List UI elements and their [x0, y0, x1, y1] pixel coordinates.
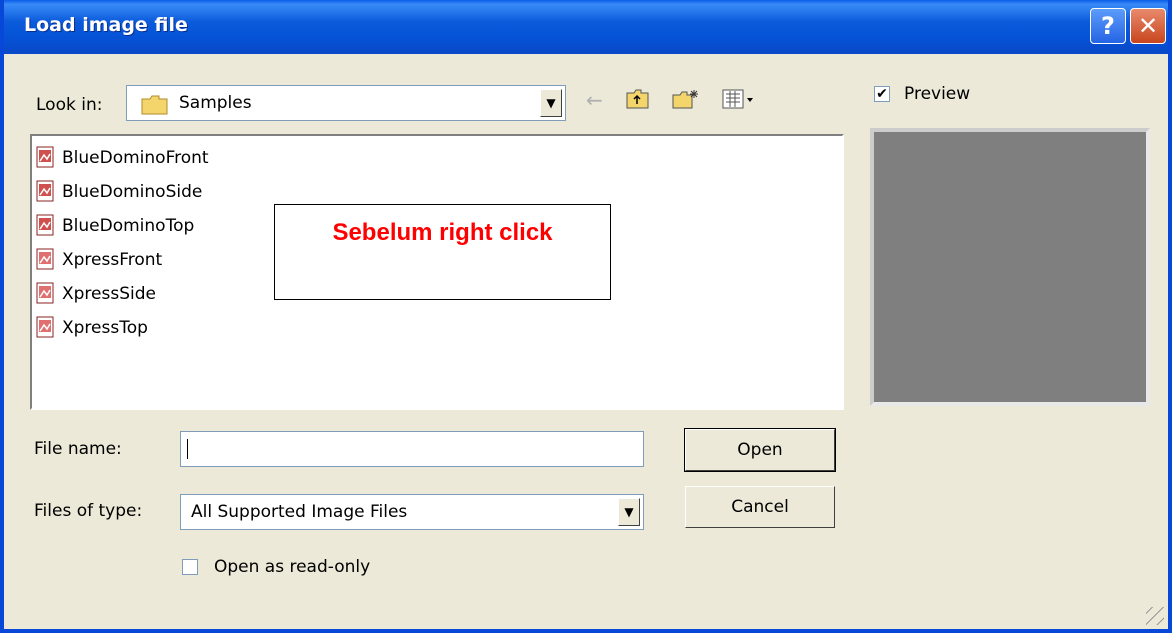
files-of-type-label: Files of type: [34, 501, 143, 521]
annotation-box: Sebelum right click [274, 204, 611, 300]
annotation-text: Sebelum right click [332, 219, 553, 246]
file-name: XpressTop [62, 318, 148, 338]
files-of-type-combo[interactable]: All Supported Image Files ▼ [180, 494, 644, 530]
list-item[interactable]: XpressTop [36, 314, 148, 342]
chevron-down-icon: ▼ [624, 505, 634, 519]
file-name: XpressSide [62, 284, 156, 304]
image-file-icon [36, 248, 58, 272]
image-file-icon [36, 214, 58, 238]
file-name: BlueDominoFront [62, 148, 209, 168]
help-icon: ? [1101, 12, 1115, 40]
file-name-field[interactable] [180, 431, 644, 467]
view-menu-icon[interactable] [722, 88, 756, 115]
file-name: XpressFront [62, 250, 163, 270]
text-cursor [187, 439, 188, 459]
window-title: Load image file [24, 14, 188, 36]
title-bar[interactable]: Load image file ? ✕ [4, 0, 1168, 54]
list-item[interactable]: XpressSide [36, 280, 156, 308]
file-name: BlueDominoSide [62, 182, 203, 202]
up-folder-icon[interactable] [626, 88, 650, 115]
look-in-value: Samples [179, 93, 252, 113]
look-in-label: Look in: [36, 95, 103, 115]
cancel-button[interactable]: Cancel [685, 486, 835, 528]
list-item[interactable]: BlueDominoTop [36, 212, 194, 240]
folder-icon [141, 95, 169, 119]
close-button[interactable]: ✕ [1130, 8, 1166, 44]
help-button[interactable]: ? [1090, 8, 1126, 44]
list-item[interactable]: BlueDominoSide [36, 178, 202, 206]
back-icon[interactable]: ← [586, 88, 603, 112]
preview-checkbox[interactable]: ✔ [874, 86, 890, 102]
preview-pane [870, 128, 1150, 406]
preview-label: Preview [904, 84, 971, 104]
files-of-type-dropdown-button[interactable]: ▼ [618, 498, 640, 526]
read-only-label: Open as read-only [214, 557, 371, 577]
resize-grip[interactable] [1146, 607, 1164, 625]
read-only-checkbox[interactable] [182, 559, 198, 575]
file-name: BlueDominoTop [62, 216, 195, 236]
list-item[interactable]: BlueDominoFront [36, 144, 209, 172]
files-of-type-value: All Supported Image Files [191, 502, 408, 522]
load-image-dialog: Load image file ? ✕ Look in: Samples ▼ ←… [0, 0, 1172, 633]
image-file-icon [36, 146, 58, 170]
close-icon: ✕ [1137, 12, 1159, 40]
open-button[interactable]: Open [684, 428, 836, 472]
new-folder-icon[interactable] [672, 88, 700, 115]
look-in-dropdown-button[interactable]: ▼ [540, 89, 562, 117]
list-item[interactable]: XpressFront [36, 246, 162, 274]
image-file-icon [36, 282, 58, 306]
chevron-down-icon: ▼ [546, 96, 556, 110]
look-in-combo[interactable]: Samples ▼ [126, 85, 566, 121]
image-file-icon [36, 180, 58, 204]
file-name-label: File name: [34, 439, 122, 459]
image-file-icon [36, 316, 58, 340]
